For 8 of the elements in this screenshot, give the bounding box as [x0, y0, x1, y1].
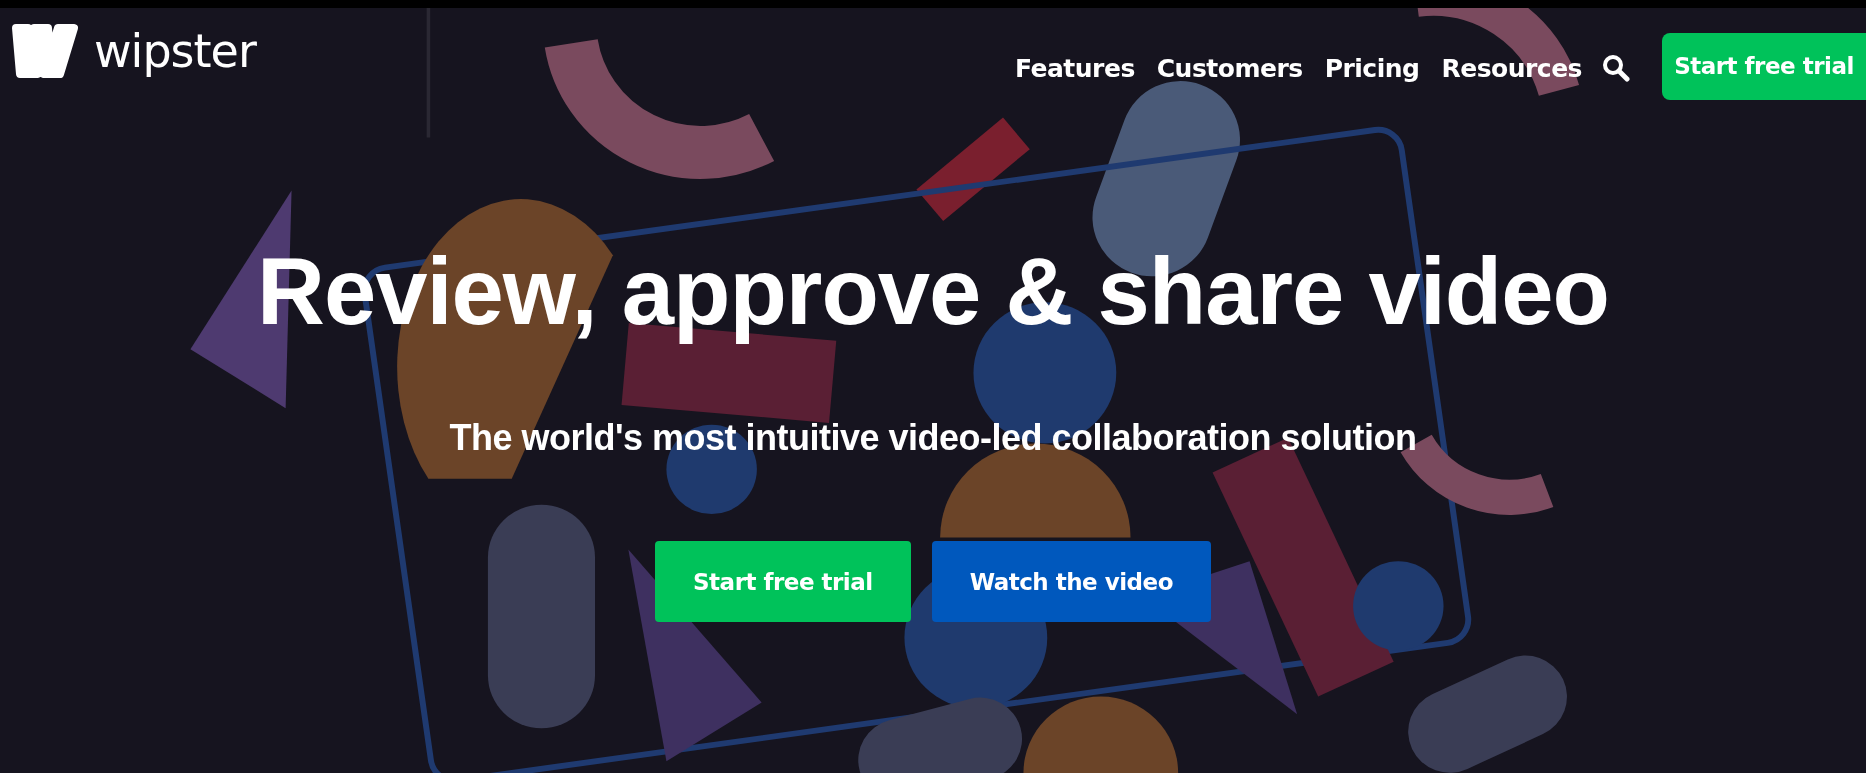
- subtitle: The world's most intuitive video-led collaboration solution: [448, 416, 1418, 461]
- headline: Review, approve & share video: [256, 240, 1610, 344]
- nav-link[interactable]: Pricing: [1324, 50, 1420, 88]
- nav-link[interactable]: Resources: [1441, 50, 1582, 88]
- search-icon[interactable]: [1602, 54, 1630, 82]
- nav-link[interactable]: Features: [1014, 50, 1135, 88]
- nav-link[interactable]: Customers: [1156, 50, 1303, 88]
- hero-button[interactable]: Watch the video: [931, 541, 1211, 623]
